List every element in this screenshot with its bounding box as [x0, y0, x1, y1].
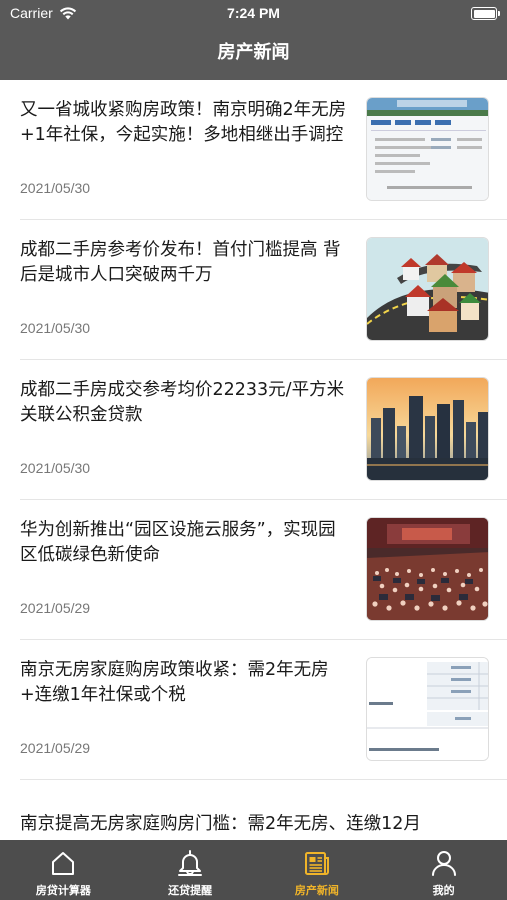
news-date: 2021/05/29: [20, 740, 91, 756]
news-thumbnail: [366, 517, 489, 621]
news-item[interactable]: 又一省城收紧购房政策！南京明确2年无房+1年社保，今起实施！多地相继出手调控 2…: [0, 80, 507, 220]
news-title: 成都二手房成交参考均价22233元/平方米 关联公积金贷款: [20, 380, 345, 425]
tab-bar: 房贷计算器 还贷提醒 房产新闻 我的: [0, 840, 507, 900]
news-thumbnail: [366, 377, 489, 481]
news-thumbnail: [366, 97, 489, 201]
news-item[interactable]: 南京无房家庭购房政策收紧：需2年无房+连缴1年社保或个税 2021/05/29: [0, 640, 507, 780]
news-title: 成都二手房参考价发布！首付门槛提高 背后是城市人口突破两千万: [20, 240, 341, 285]
news-title: 华为创新推出“园区设施云服务”，实现园区低碳绿色新使命: [20, 520, 336, 565]
news-item[interactable]: 成都二手房参考价发布！首付门槛提高 背后是城市人口突破两千万 2021/05/3…: [0, 220, 507, 360]
tab-repayment-reminder[interactable]: 还贷提醒: [127, 840, 254, 900]
news-thumbnail: [366, 657, 489, 761]
tab-label: 还贷提醒: [168, 884, 213, 897]
news-date: 2021/05/30: [20, 180, 91, 196]
news-date: 2021/05/30: [20, 460, 91, 476]
tab-real-estate-news[interactable]: 房产新闻: [254, 840, 381, 900]
news-title: 南京无房家庭购房政策收紧：需2年无房+连缴1年社保或个税: [20, 660, 329, 705]
tab-mortgage-calculator[interactable]: 房贷计算器: [0, 840, 127, 900]
tab-label: 我的: [432, 884, 455, 897]
status-time: 7:24 PM: [227, 5, 280, 21]
person-icon: [431, 851, 456, 876]
news-item[interactable]: 南京提高无房家庭购房门槛：需2年无房、连缴12月: [0, 780, 507, 840]
news-thumbnail: [366, 237, 489, 341]
news-title: 又一省城收紧购房政策！南京明确2年无房+1年社保，今起实施！多地相继出手调控: [20, 100, 347, 145]
header: Carrier 7:24 PM 房产新闻: [0, 0, 507, 80]
page-title: 房产新闻: [217, 42, 290, 63]
bell-icon: [178, 850, 203, 876]
status-bar: Carrier 7:24 PM: [0, 0, 507, 28]
tab-label: 房产新闻: [294, 884, 339, 897]
battery-icon: [471, 7, 500, 20]
house-icon: [52, 852, 75, 875]
newspaper-icon: [304, 852, 329, 875]
news-title: 南京提高无房家庭购房门槛：需2年无房、连缴12月: [20, 814, 421, 834]
news-item[interactable]: 华为创新推出“园区设施云服务”，实现园区低碳绿色新使命 2021/05/29: [0, 500, 507, 640]
news-date: 2021/05/30: [20, 320, 91, 336]
tab-label: 房贷计算器: [35, 884, 91, 897]
tab-mine[interactable]: 我的: [380, 840, 507, 900]
news-list[interactable]: 又一省城收紧购房政策！南京明确2年无房+1年社保，今起实施！多地相继出手调控 2…: [0, 80, 507, 840]
news-date: 2021/05/29: [20, 600, 91, 616]
news-item[interactable]: 成都二手房成交参考均价22233元/平方米 关联公积金贷款 2021/05/30: [0, 360, 507, 500]
